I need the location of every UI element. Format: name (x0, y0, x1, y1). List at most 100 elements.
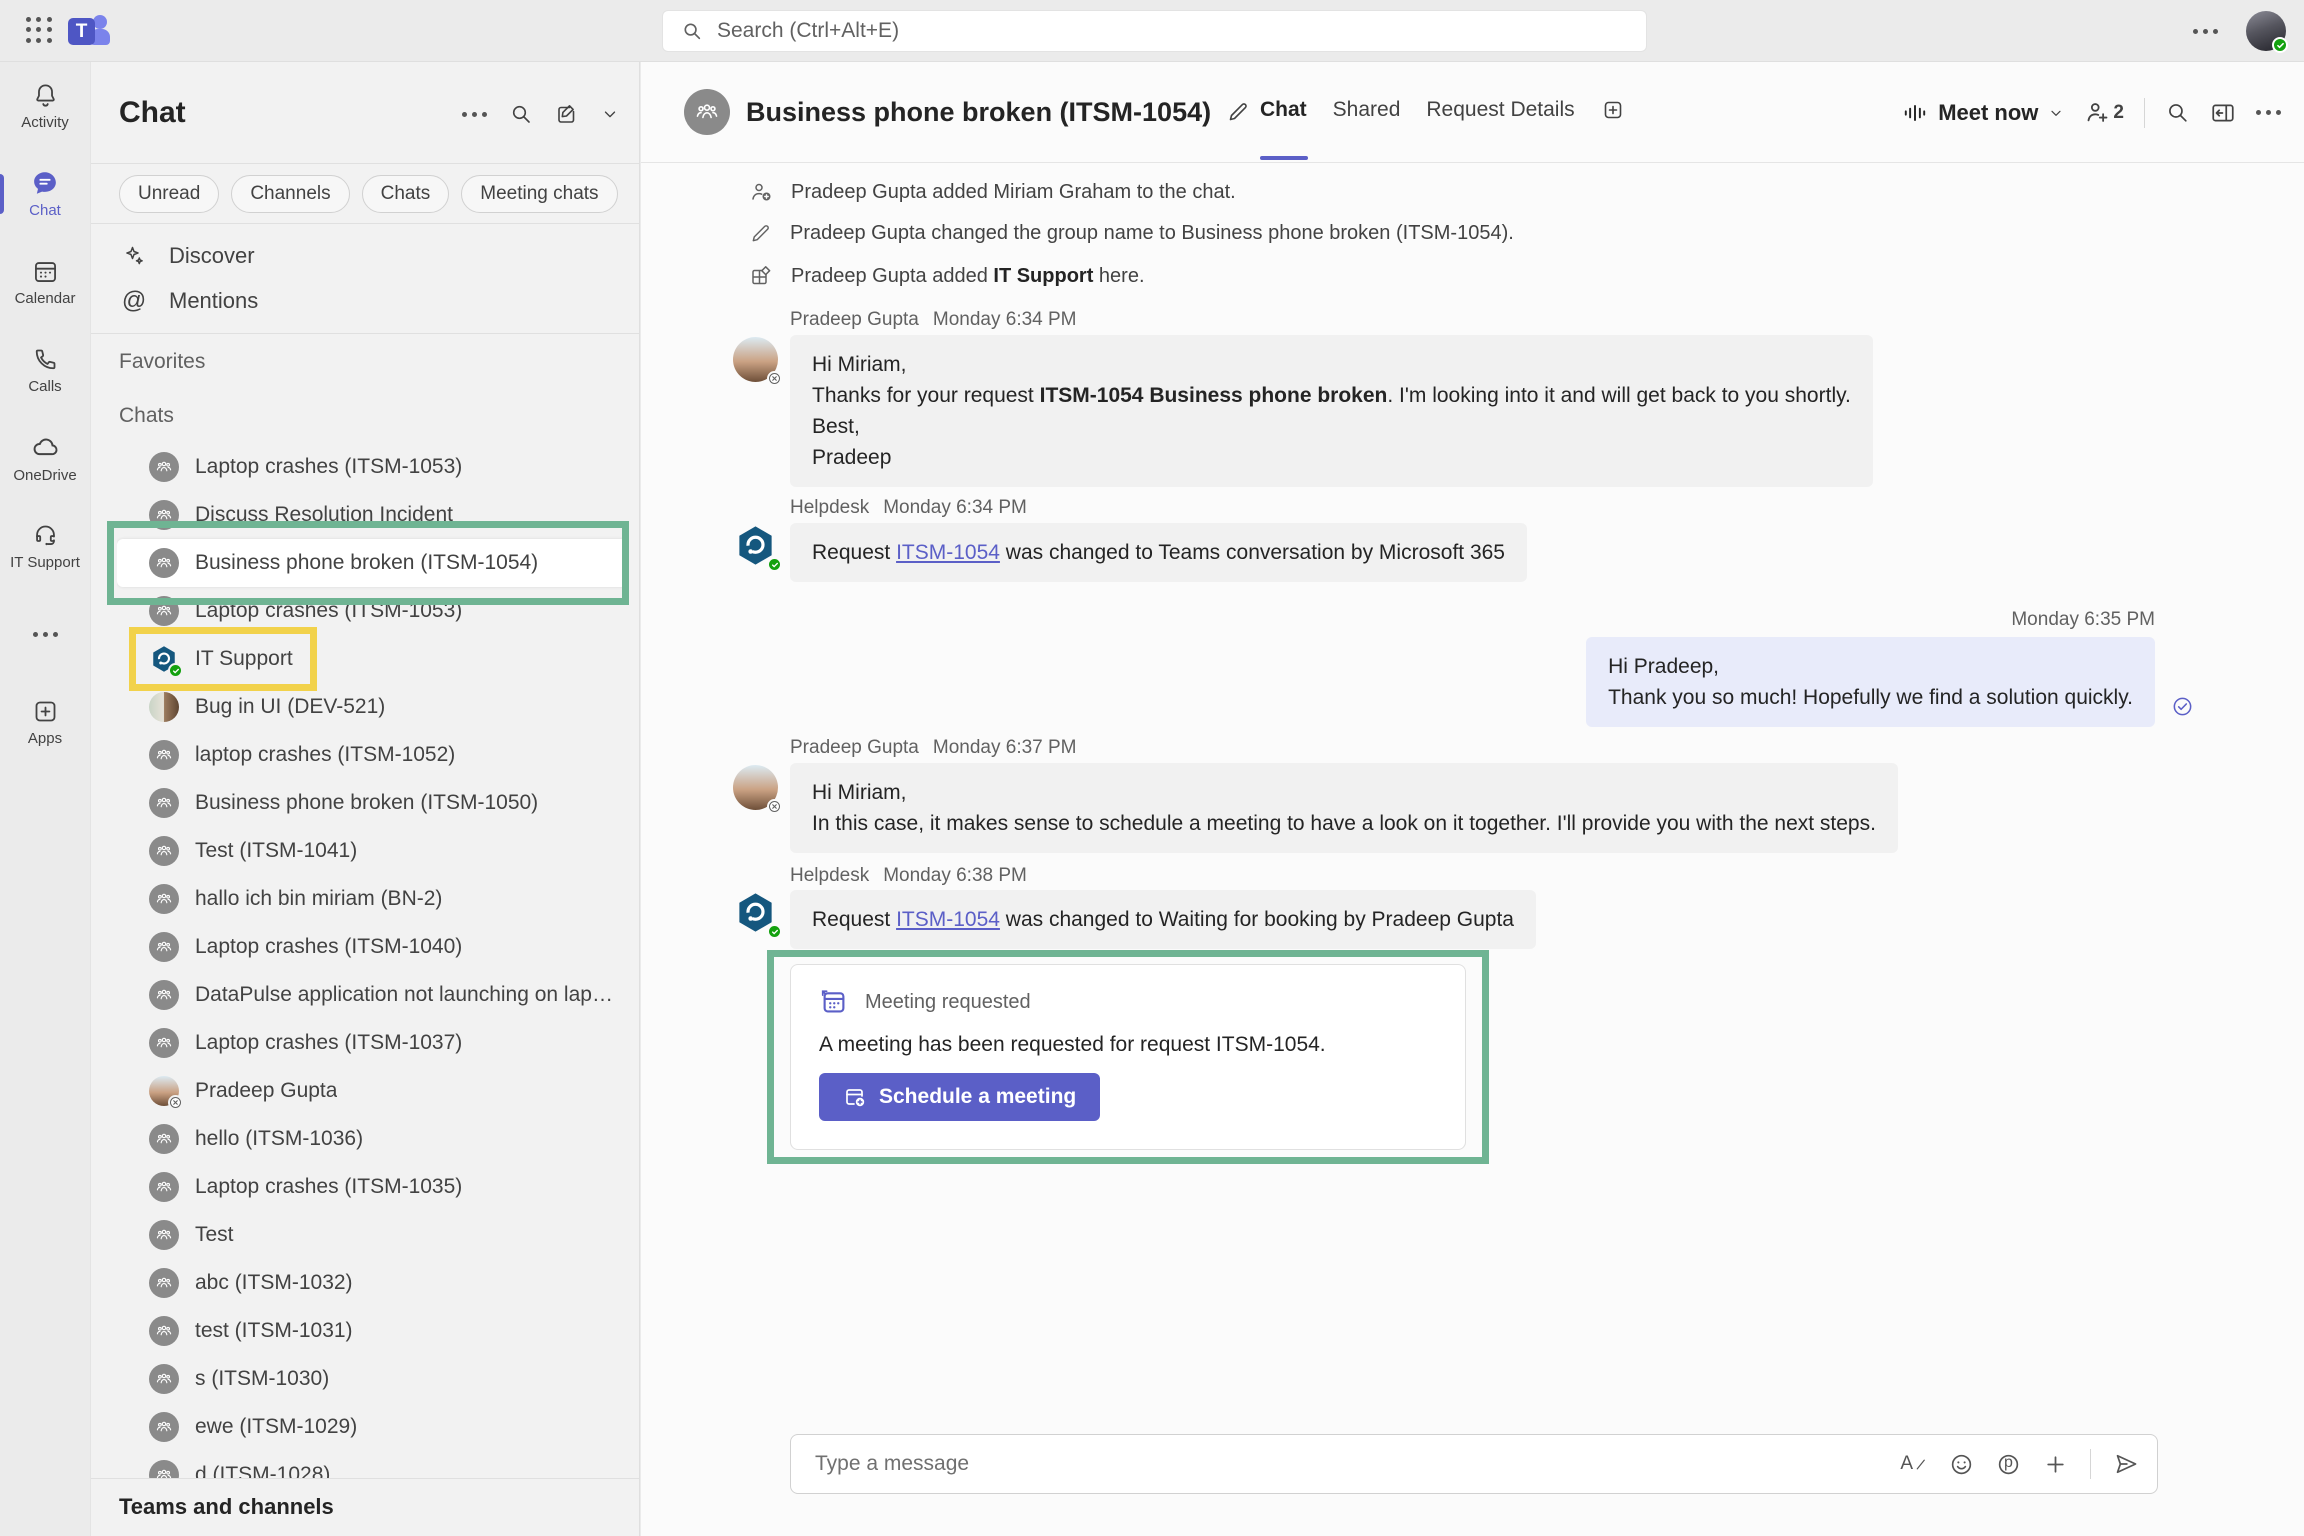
topbar-more-icon[interactable] (2193, 29, 2218, 34)
list-item[interactable]: laptop crashes (ITSM-1052) (117, 731, 627, 779)
tab-request-details[interactable]: Request Details (1426, 92, 1574, 128)
list-item[interactable]: DataPulse application not launching on l… (117, 971, 627, 1019)
rail-item-chat[interactable]: Chat (0, 150, 90, 238)
group-avatar (149, 1172, 179, 1202)
add-tab-icon[interactable] (1601, 98, 1625, 122)
send-icon[interactable] (2113, 1451, 2139, 1477)
more-apps-icon (33, 632, 58, 637)
filter-unread[interactable]: Unread (119, 175, 219, 213)
list-item[interactable]: Test (ITSM-1041) (117, 827, 627, 875)
sender-name: Pradeep Gupta (790, 737, 919, 758)
list-item[interactable]: Business phone broken (ITSM-1050) (117, 779, 627, 827)
edit-name-icon[interactable] (1226, 100, 1250, 124)
rail-item-activity[interactable]: Activity (0, 62, 90, 150)
teams-and-channels-link[interactable]: Teams and channels (119, 1494, 334, 1520)
group-avatar (149, 1412, 179, 1442)
list-item[interactable]: d (ITSM-1028) (117, 1451, 627, 1478)
group-avatar (149, 740, 179, 770)
emoji-icon[interactable] (1949, 1452, 1974, 1477)
list-item-it-support[interactable]: IT Support (117, 635, 627, 683)
rail-item-calendar[interactable]: Calendar (0, 238, 90, 326)
app-launcher-icon[interactable] (22, 13, 56, 47)
global-search[interactable] (662, 10, 1647, 52)
rail-item-more[interactable] (0, 590, 90, 678)
chat-search-icon[interactable] (509, 102, 533, 126)
list-item[interactable]: Laptop crashes (ITSM-1040) (117, 923, 627, 971)
list-item-selected[interactable]: Business phone broken (ITSM-1054) (117, 539, 627, 587)
add-people-button[interactable]: 2 (2084, 99, 2124, 126)
list-item[interactable]: hello (ITSM-1036) (117, 1115, 627, 1163)
system-message: Pradeep Gupta added IT Support here. (749, 264, 1145, 288)
my-avatar[interactable] (2246, 11, 2286, 51)
helpdesk-bot-avatar[interactable] (733, 890, 778, 935)
format-icon[interactable]: A (1900, 1453, 1927, 1475)
sidebar-item-discover[interactable]: Discover (119, 241, 255, 271)
filter-meeting-chats[interactable]: Meeting chats (461, 175, 617, 213)
chevron-down-icon[interactable] (2048, 105, 2064, 121)
request-link[interactable]: ITSM-1054 (896, 541, 1000, 564)
group-avatar (149, 980, 179, 1010)
tab-shared[interactable]: Shared (1333, 92, 1401, 128)
list-item[interactable]: Laptop crashes (ITSM-1053) (117, 587, 627, 635)
list-item[interactable]: hallo ich bin miriam (BN-2) (117, 875, 627, 923)
message-bubble: Request ITSM-1054 was changed to Waiting… (790, 890, 1536, 949)
rail-item-calls[interactable]: Calls (0, 326, 90, 414)
rail-label: OneDrive (13, 467, 76, 484)
group-avatar (149, 1124, 179, 1154)
list-item[interactable]: Laptop crashes (ITSM-1037) (117, 1019, 627, 1067)
list-item[interactable]: Bug in UI (DEV-521) (117, 683, 627, 731)
tab-chat[interactable]: Chat (1260, 92, 1307, 128)
duo-avatar (149, 692, 179, 722)
list-item[interactable]: ewe (ITSM-1029) (117, 1403, 627, 1451)
list-item[interactable]: s (ITSM-1030) (117, 1355, 627, 1403)
meet-now-button[interactable]: Meet now (1902, 100, 2064, 126)
section-favorites[interactable]: Favorites (119, 350, 205, 374)
group-avatar (149, 1364, 179, 1394)
search-input[interactable] (717, 19, 1628, 43)
chat-title: Test (ITSM-1041) (195, 839, 357, 863)
sidebar-item-mentions[interactable]: @ Mentions (119, 286, 258, 316)
chat-title: Laptop crashes (ITSM-1037) (195, 1031, 462, 1055)
chat-more-icon[interactable] (2256, 110, 2281, 115)
list-item[interactable]: Discuss Resolution Incident (117, 491, 627, 539)
list-item[interactable]: Laptop crashes (ITSM-1053) (117, 443, 627, 491)
list-item[interactable]: abc (ITSM-1032) (117, 1259, 627, 1307)
list-item[interactable]: test (ITSM-1031) (117, 1307, 627, 1355)
avatar[interactable] (733, 765, 778, 810)
group-chat-avatar[interactable] (684, 89, 730, 135)
presence-offline-icon (168, 1095, 183, 1110)
rail-item-onedrive[interactable]: OneDrive (0, 414, 90, 502)
attach-plus-icon[interactable] (2043, 1452, 2068, 1477)
chat-filter-more-icon[interactable] (462, 112, 487, 117)
chat-title: Discuss Resolution Incident (195, 503, 453, 527)
message-input[interactable] (815, 1452, 1900, 1476)
sender-name: Helpdesk (790, 497, 869, 518)
chat-title: abc (ITSM-1032) (195, 1271, 353, 1295)
section-chats[interactable]: Chats (119, 404, 174, 428)
group-avatar (149, 548, 179, 578)
rail-item-it-support[interactable]: IT Support (0, 502, 90, 590)
search-in-chat-icon[interactable] (2165, 100, 2190, 125)
rail-label: Calendar (15, 290, 76, 307)
filter-channels[interactable]: Channels (231, 175, 349, 213)
app-added-icon (749, 264, 773, 288)
meeting-requested-card: Meeting requested A meeting has been req… (790, 964, 1466, 1150)
chat-title: Laptop crashes (ITSM-1053) (195, 455, 462, 479)
list-item[interactable]: Laptop crashes (ITSM-1035) (117, 1163, 627, 1211)
list-item[interactable]: Test (117, 1211, 627, 1259)
group-avatar (149, 1028, 179, 1058)
new-chat-icon[interactable] (555, 102, 579, 126)
helpdesk-bot-avatar[interactable] (733, 523, 778, 568)
chevron-down-icon[interactable] (601, 105, 619, 123)
list-item-pradeep[interactable]: Pradeep Gupta (117, 1067, 627, 1115)
message-composer[interactable]: A p (790, 1434, 2158, 1494)
request-link[interactable]: ITSM-1054 (896, 908, 1000, 931)
chat-bubble-icon (31, 169, 59, 197)
filter-chats[interactable]: Chats (362, 175, 450, 213)
schedule-meeting-button[interactable]: Schedule a meeting (819, 1073, 1100, 1121)
open-in-pane-icon[interactable] (2210, 100, 2236, 126)
rail-item-apps[interactable]: Apps (0, 678, 90, 766)
loop-component-icon[interactable]: p (1996, 1452, 2021, 1477)
avatar[interactable] (733, 337, 778, 382)
search-icon (681, 20, 703, 42)
